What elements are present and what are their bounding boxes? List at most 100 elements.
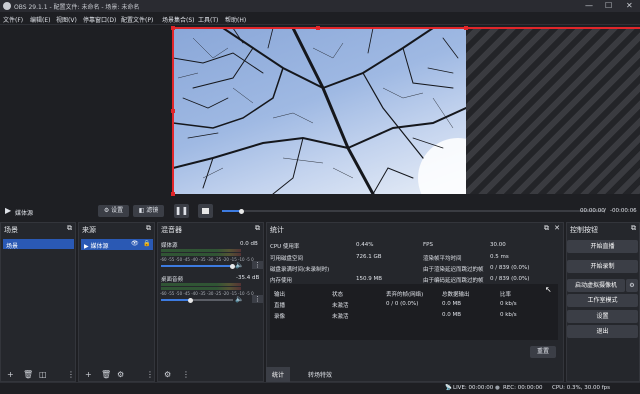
stat-label: FPS [423,242,433,248]
mixer-title: 混音器 [161,226,182,234]
lock-icon[interactable]: 🔒 [143,240,150,247]
channel-more-icon[interactable]: ⋮ [252,295,263,303]
studio-mode-button[interactable]: 工作室模式 [567,294,638,307]
resize-handle-top-left[interactable] [171,26,175,30]
media-play-icon: ▶ [84,243,89,250]
source-list-item[interactable]: ▶ 媒体源 👁 🔒 [81,239,153,250]
table-cell: 未激活 [332,314,349,320]
scenes-title: 场景 [4,226,18,234]
scene-list-item[interactable]: 场景 [3,239,74,250]
tab-stats[interactable]: 统计 [266,367,291,382]
menu-docks[interactable]: 停靠窗口(D) [83,15,116,24]
status-bar: 📡 LIVE: 00:00:00 ● REC: 00:00:00 CPU: 0.… [0,382,640,394]
start-streaming-button[interactable]: 开始直播 [567,240,638,253]
stat-value: 0.5 ms [490,254,509,260]
mixer-more-icon[interactable]: ⋮ [182,370,190,379]
media-time-separator: / [604,208,606,214]
stop-button[interactable] [198,204,213,218]
mixer-channel-db: -35.4 dB [236,275,260,281]
reset-stats-button[interactable]: 重置 [530,346,556,358]
undock-icon[interactable]: ⧉ [631,224,636,233]
settings-label: 设置 [111,207,124,214]
scene-more-icon[interactable]: ⋮ [67,370,75,379]
resize-handle-bottom-left[interactable] [171,192,175,196]
maximize-button[interactable]: ☐ [605,1,612,10]
menu-scene-collection[interactable]: 场景集合(S) [162,15,195,24]
volume-slider-fill [161,299,192,301]
source-play-icon[interactable]: ▶ [5,206,11,215]
media-seek-slider[interactable] [222,210,602,212]
remove-scene-icon[interactable]: 🗑 [23,370,33,379]
table-cell: 0 kb/s [500,312,517,318]
controls-title: 控制按钮 [570,226,598,234]
volume-knob[interactable] [188,297,194,303]
scenes-toolbar: + 🗑 ◫ ⋮ [1,367,75,381]
stats-title: 统计 [270,226,284,234]
tab-transitions[interactable]: 转场特效 [302,367,338,382]
audio-meter [161,249,241,252]
mixer-settings-icon[interactable]: ⚙ [164,370,171,379]
sources-header: 来源 ⧉ [79,223,154,235]
minimize-button[interactable]: — [585,1,593,10]
resize-handle-top-right[interactable] [464,26,468,30]
start-virtual-camera-button[interactable]: 启动虚拟摄像机 [567,279,625,292]
add-scene-icon[interactable]: + [7,370,14,379]
media-time-current: 00:00:00 [580,208,605,214]
speaker-icon[interactable]: 🔈 [235,295,244,303]
table-header: 比率 [500,292,512,298]
mouse-cursor-icon: ↖ [545,285,552,294]
remove-source-icon[interactable]: 🗑 [101,370,111,379]
scenes-dock: 场景 ⧉ 场景 + 🗑 ◫ ⋮ [0,222,76,382]
pause-icon: ❚❚ [174,206,189,215]
stat-value: 726.1 GB [356,254,382,260]
output-stats-table: 输出 状态 丢弃的帧(网络) 总数据输出 比率 直播 未激活 0 / 0 (0.… [270,284,558,340]
rec-time: REC: 00:00:00 [503,385,543,391]
close-button[interactable]: ✕ [626,1,633,10]
source-properties-icon[interactable]: ⚙ [117,370,124,379]
close-dock-icon[interactable]: ✕ [554,224,560,232]
menu-view[interactable]: 视图(V) [56,15,77,24]
source-more-icon[interactable]: ⋮ [146,370,154,379]
source-filters-button[interactable]: ◧ 滤镜 [133,205,164,217]
start-recording-button[interactable]: 开始录制 [567,260,638,273]
stats-header: 统计 ⧉ ✕ [267,223,563,235]
stat-value: 0.44% [356,242,374,248]
gear-icon: ⚙ [629,282,635,289]
undock-icon[interactable]: ⧉ [67,224,72,233]
exit-button[interactable]: 退出 [567,325,638,338]
media-seek-knob[interactable] [239,208,244,214]
source-name: 媒体源 [90,243,109,250]
visibility-eye-icon[interactable]: 👁 [131,240,139,247]
scene-filters-icon[interactable]: ◫ [39,370,47,379]
menu-file[interactable]: 文件(F) [3,15,23,24]
undock-icon[interactable]: ⧉ [255,224,260,233]
cpu-fps: CPU: 0.3%, 30.00 fps [552,385,611,391]
audio-mixer-dock: 混音器 ⧉ 媒体源 0.0 dB -60 -55 -50 -45 -40 -35… [157,222,264,382]
table-header: 总数据输出 [442,292,470,298]
sources-title: 来源 [82,226,96,234]
menu-help[interactable]: 帮助(H) [225,15,246,24]
preview-outside-area [466,28,640,194]
selection-border-top [173,27,640,29]
volume-slider-fill [161,265,233,267]
table-cell: 0 kb/s [500,301,517,307]
channel-more-icon[interactable]: ⋮ [252,261,263,269]
speaker-icon[interactable]: 🔈 [235,261,244,269]
source-settings-button[interactable]: ⚙ 设置 [98,205,129,217]
resize-handle-left[interactable] [171,109,175,113]
table-cell: 0.0 MB [442,312,462,318]
record-icon: ● [495,385,500,391]
menu-profile[interactable]: 配置文件(P) [121,15,153,24]
menu-tools[interactable]: 工具(T) [198,15,218,24]
undock-icon[interactable]: ⧉ [544,224,549,233]
undock-icon[interactable]: ⧉ [146,224,151,233]
menu-edit[interactable]: 编辑(E) [30,15,50,24]
preview-canvas-source[interactable] [173,28,466,194]
add-source-icon[interactable]: + [85,370,92,379]
settings-button[interactable]: 设置 [567,310,638,323]
mixer-channel-name: 桌面音频 [161,277,184,283]
virtual-camera-settings-button[interactable]: ⚙ [626,279,638,292]
resize-handle-top[interactable] [316,26,320,30]
pause-button[interactable]: ❚❚ [174,204,189,218]
scenes-header: 场景 ⧉ [1,223,75,235]
